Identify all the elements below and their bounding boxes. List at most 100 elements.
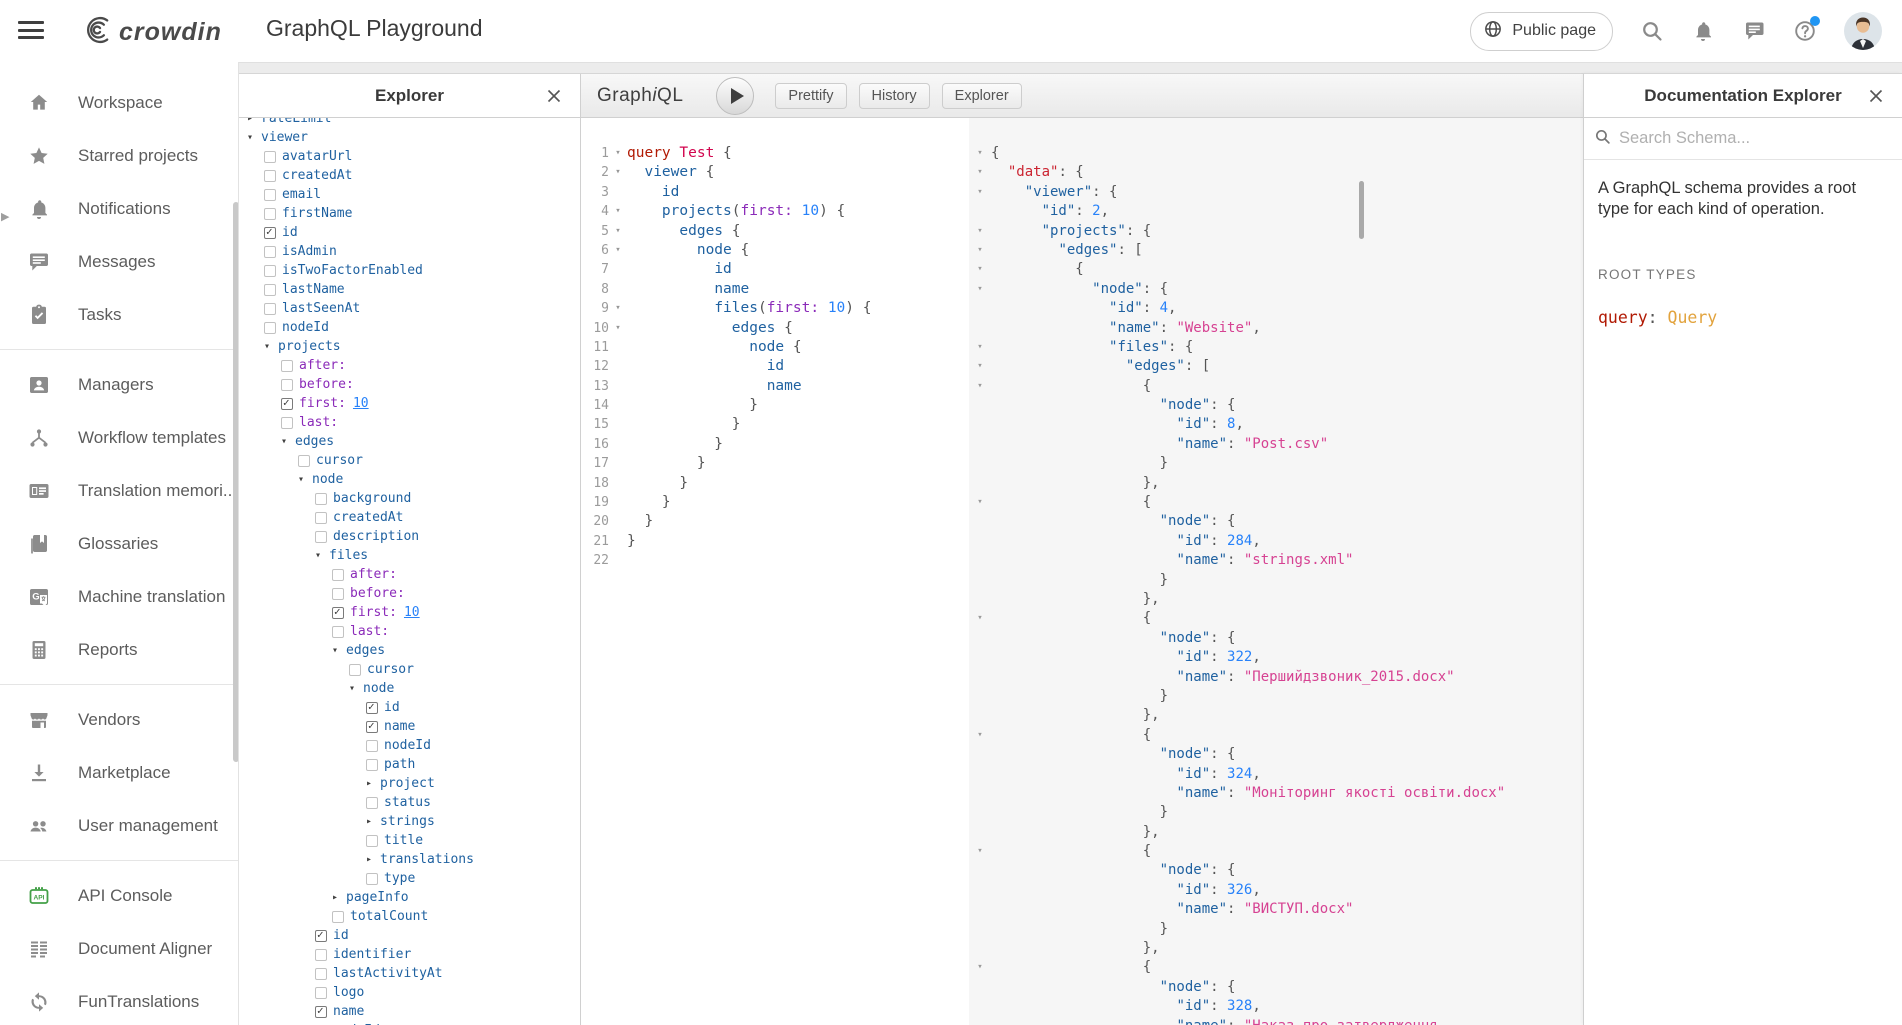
explorer-field-first[interactable]: first:10 (239, 603, 580, 622)
field-checkbox[interactable] (366, 835, 378, 847)
explorer-field-last[interactable]: last: (239, 622, 580, 641)
explorer-field-after[interactable]: after: (239, 565, 580, 584)
root-query-type-link[interactable]: Query (1668, 308, 1718, 327)
chevron-right-icon[interactable]: ▸ (366, 816, 380, 827)
explorer-field-pageInfo[interactable]: ▸pageInfo (239, 888, 580, 907)
sidebar-item-reports[interactable]: Reports (0, 623, 238, 676)
chevron-down-icon[interactable]: ▾ (264, 341, 278, 352)
root-query-field-link[interactable]: query (1598, 308, 1648, 327)
explorer-field-createdAt[interactable]: createdAt (239, 508, 580, 527)
explorer-field-last[interactable]: last: (239, 413, 580, 432)
explorer-field-isAdmin[interactable]: isAdmin (239, 242, 580, 261)
explorer-field-status[interactable]: status (239, 793, 580, 812)
explorer-field-strings[interactable]: ▸strings (239, 812, 580, 831)
sidebar-item-api-console[interactable]: APIAPI Console (0, 869, 238, 922)
hamburger-menu-icon[interactable] (18, 21, 44, 41)
field-checkbox[interactable] (315, 949, 327, 961)
notifications-bell-icon[interactable] (1691, 19, 1715, 43)
sidebar-item-tasks[interactable]: Tasks (0, 288, 238, 341)
field-checkbox[interactable] (264, 151, 276, 163)
sidebar-item-messages[interactable]: Messages (0, 235, 238, 288)
field-checkbox-checked[interactable] (366, 702, 378, 714)
field-checkbox[interactable] (332, 569, 344, 581)
explorer-field-cursor[interactable]: cursor (239, 451, 580, 470)
field-checkbox[interactable] (264, 284, 276, 296)
chevron-right-icon[interactable]: ▸ (366, 778, 380, 789)
field-checkbox[interactable] (366, 740, 378, 752)
fold-arrow-icon[interactable]: ▾ (969, 842, 991, 861)
field-checkbox[interactable] (298, 455, 310, 467)
field-checkbox[interactable] (366, 873, 378, 885)
explorer-field-nodeId[interactable]: nodeId (239, 1021, 580, 1025)
explorer-field-first[interactable]: first:10 (239, 394, 580, 413)
sidebar-item-managers[interactable]: Managers (0, 358, 238, 411)
field-checkbox-checked[interactable] (332, 607, 344, 619)
sidebar-item-document-aligner[interactable]: Document Aligner (0, 922, 238, 975)
explorer-field-edges[interactable]: ▾edges (239, 432, 580, 451)
explorer-field-title[interactable]: title (239, 831, 580, 850)
user-avatar[interactable] (1844, 12, 1882, 50)
explorer-field-description[interactable]: description (239, 527, 580, 546)
search-icon[interactable] (1640, 19, 1664, 43)
explorer-field-isTwoFactorEnabled[interactable]: isTwoFactorEnabled (239, 261, 580, 280)
fold-arrow-icon[interactable]: ▾ (969, 260, 991, 279)
explorer-field-after[interactable]: after: (239, 356, 580, 375)
sidebar-item-vendors[interactable]: Vendors (0, 693, 238, 746)
explorer-field-identifier[interactable]: identifier (239, 945, 580, 964)
fold-arrow-icon[interactable]: ▾ (969, 183, 991, 202)
explorer-close-icon[interactable] (546, 88, 562, 104)
field-checkbox[interactable] (349, 664, 361, 676)
explorer-field-id[interactable]: id (239, 698, 580, 717)
field-checkbox-checked[interactable] (264, 227, 276, 239)
fold-arrow-icon[interactable]: ▾ (969, 241, 991, 260)
explorer-field-projects[interactable]: ▾projects (239, 337, 580, 356)
crowdin-logo[interactable]: crowdin (70, 13, 222, 52)
explorer-field-id[interactable]: id (239, 223, 580, 242)
field-checkbox[interactable] (332, 626, 344, 638)
chevron-down-icon[interactable]: ▾ (247, 132, 261, 143)
chevron-down-icon[interactable]: ▾ (332, 645, 346, 656)
sidebar-item-marketplace[interactable]: Marketplace (0, 746, 238, 799)
doc-close-icon[interactable] (1868, 88, 1884, 104)
chevron-right-icon[interactable]: ▸ (332, 892, 346, 903)
sidebar-item-notifications[interactable]: Notifications (0, 182, 238, 235)
fold-arrow-icon[interactable]: ▾ (609, 299, 627, 318)
explorer-field-lastActivityAt[interactable]: lastActivityAt (239, 964, 580, 983)
explorer-field-background[interactable]: background (239, 489, 580, 508)
explorer-button[interactable]: Explorer (942, 83, 1022, 109)
query-editor[interactable]: 1▾query Test {2▾ viewer {3 id4▾ projects… (581, 118, 969, 1025)
field-checkbox-checked[interactable] (281, 398, 293, 410)
fold-arrow-icon[interactable]: ▾ (969, 357, 991, 376)
fold-arrow-icon[interactable]: ▾ (969, 377, 991, 396)
chevron-down-icon[interactable]: ▾ (349, 683, 363, 694)
execute-query-button[interactable] (716, 77, 754, 115)
field-checkbox[interactable] (366, 797, 378, 809)
field-checkbox[interactable] (264, 322, 276, 334)
fold-arrow-icon[interactable]: ▾ (609, 202, 627, 221)
fold-arrow-icon[interactable]: ▾ (969, 338, 991, 357)
fold-arrow-icon[interactable]: ▾ (609, 144, 627, 163)
search-schema-input[interactable] (1619, 129, 1892, 148)
explorer-field-before[interactable]: before: (239, 375, 580, 394)
fold-arrow-icon[interactable]: ▾ (609, 241, 627, 260)
explorer-field-nodeId[interactable]: nodeId (239, 736, 580, 755)
sidebar-item-glossaries[interactable]: Glossaries (0, 517, 238, 570)
explorer-field-edges[interactable]: ▾edges (239, 641, 580, 660)
result-scrollbar[interactable] (1359, 181, 1364, 239)
sidebar-item-workspace[interactable]: Workspace (0, 76, 238, 129)
fold-arrow-icon[interactable]: ▾ (969, 163, 991, 182)
history-button[interactable]: History (859, 83, 930, 109)
explorer-field-cursor[interactable]: cursor (239, 660, 580, 679)
explorer-field-translations[interactable]: ▸translations (239, 850, 580, 869)
fold-arrow-icon[interactable]: ▾ (609, 319, 627, 338)
chevron-down-icon[interactable]: ▾ (315, 550, 329, 561)
explorer-field-firstName[interactable]: firstName (239, 204, 580, 223)
fold-arrow-icon[interactable]: ▾ (969, 726, 991, 745)
field-checkbox[interactable] (264, 303, 276, 315)
sidebar-item-machine-translation[interactable]: GMachine translation (0, 570, 238, 623)
fold-arrow-icon[interactable]: ▾ (969, 493, 991, 512)
field-checkbox[interactable] (264, 170, 276, 182)
explorer-field-totalCount[interactable]: totalCount (239, 907, 580, 926)
explorer-field-node[interactable]: ▾node (239, 470, 580, 489)
fold-arrow-icon[interactable]: ▾ (969, 280, 991, 299)
